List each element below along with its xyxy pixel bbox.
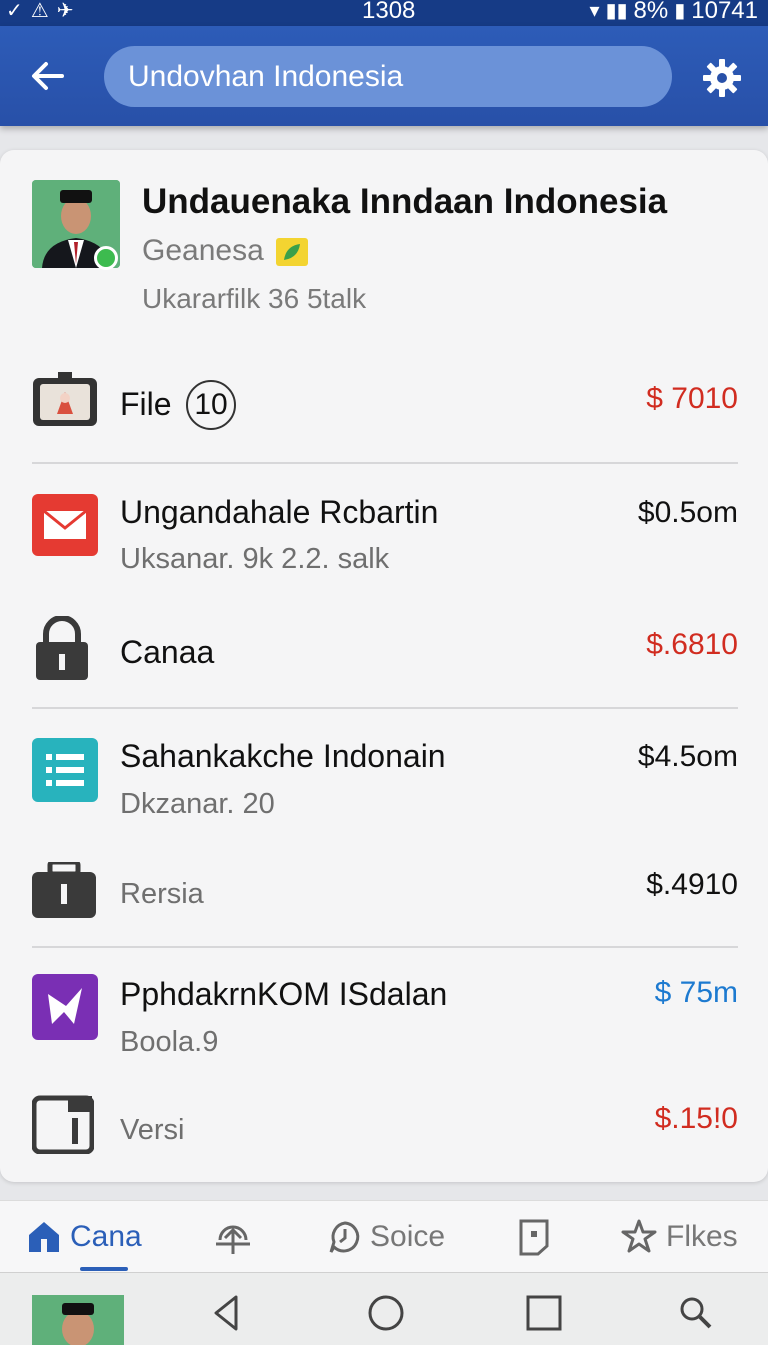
gear-icon	[703, 59, 741, 97]
circle-home-icon	[368, 1295, 404, 1331]
divider	[32, 707, 738, 709]
signal-icon: ▮▮	[605, 0, 628, 22]
row-amount: $.15!0	[654, 1102, 738, 1135]
list-icon	[32, 738, 98, 804]
document-icon	[31, 1094, 98, 1160]
upload-icon	[216, 1225, 250, 1254]
status-bar: ✓ ⚠ ✈ 1308 ▾ ▮▮ 8% ▮ 10741	[0, 0, 768, 26]
briefcase-icon	[32, 859, 98, 928]
row-title-file[interactable]: File	[120, 386, 172, 423]
alert-icon: ⚠	[30, 0, 49, 22]
leaf-badge-icon	[276, 238, 308, 266]
row-amount: $4.5om	[637, 740, 738, 773]
triangle-back-icon	[214, 1295, 238, 1331]
battery-icon: ▮	[674, 0, 686, 22]
row-amount: $.6810	[646, 628, 738, 661]
airplane-icon: ✈	[56, 0, 74, 22]
online-status-icon	[94, 246, 118, 270]
tab-cana[interactable]: Cana	[26, 1201, 142, 1273]
row-title[interactable]: Canaa	[120, 634, 214, 671]
row-title[interactable]: Ungandahale Rcbartin	[120, 494, 438, 531]
note-icon	[519, 1219, 549, 1256]
row-title[interactable]: Sahankakche Indonain	[120, 738, 446, 775]
row-amount: $ 7010	[646, 382, 738, 415]
star-icon	[621, 1219, 657, 1253]
row-subtitle: Boola.9	[120, 1026, 219, 1058]
recent-app-thumbnail[interactable]	[32, 1295, 124, 1345]
lock-icon	[32, 615, 98, 682]
system-home-button[interactable]	[366, 1293, 406, 1333]
row-subtitle: Rersia	[120, 878, 204, 910]
battery-percent: 8%	[633, 0, 669, 24]
clock-chat-icon	[329, 1221, 360, 1253]
tab-label: Soice	[370, 1220, 446, 1253]
system-navigation-bar	[0, 1272, 768, 1345]
tab-notes[interactable]	[518, 1201, 550, 1273]
arrow-left-icon	[32, 62, 64, 90]
row-title[interactable]: PphdakrnKOM ISdalan	[120, 976, 447, 1013]
square-recents-icon	[526, 1295, 562, 1331]
divider	[32, 946, 738, 948]
status-time-center: 1308	[362, 0, 416, 24]
bottom-navigation: Cana Soice Flkes	[0, 1200, 768, 1273]
active-tab-indicator	[80, 1267, 128, 1271]
search-input[interactable]: Undovhan Indonesia	[104, 46, 672, 107]
profile-name: Undauenaka Inndaan Indonesia	[142, 182, 668, 221]
system-search-button[interactable]	[676, 1293, 716, 1333]
home-icon	[29, 1222, 59, 1252]
photo-id-icon	[32, 372, 98, 438]
profile-detail: Ukararfilk 36 5talk	[142, 283, 367, 314]
system-back-button[interactable]	[208, 1293, 248, 1333]
search-icon	[680, 1297, 712, 1329]
account-card: Undauenaka Inndaan Indonesia Geanesa Uka…	[0, 150, 768, 1182]
row-subtitle: Dkzanar. 20	[120, 788, 275, 820]
system-recents-button[interactable]	[524, 1293, 564, 1333]
row-subtitle: Uksanar. 9k 2.2. salk	[120, 543, 390, 575]
back-button[interactable]	[26, 54, 70, 98]
notification-icon: ✓	[6, 0, 23, 22]
mail-icon	[32, 494, 98, 560]
tab-flkes[interactable]: Flkes	[620, 1201, 738, 1273]
app-bar: Undovhan Indonesia	[0, 26, 768, 126]
row-subtitle: Versi	[120, 1114, 185, 1146]
status-time-right: 10741	[691, 0, 758, 24]
row-amount: $.4910	[646, 868, 738, 901]
tab-upload[interactable]	[212, 1201, 254, 1273]
status-right: ▾ ▮▮ 8% ▮ 10741	[589, 0, 758, 24]
row-amount: $ 75m	[654, 976, 738, 1009]
tab-label: Flkes	[666, 1220, 738, 1253]
tab-soice[interactable]: Soice	[328, 1201, 445, 1273]
file-count-badge: 10	[186, 380, 236, 430]
profile-subtitle: Geanesa	[142, 234, 264, 267]
app-logo-icon	[32, 974, 98, 1040]
status-left-icons: ✓ ⚠ ✈	[6, 0, 73, 22]
divider	[32, 462, 738, 464]
row-amount: $0.5om	[637, 496, 738, 529]
wifi-icon: ▾	[589, 0, 600, 22]
tab-label: Cana	[70, 1220, 142, 1253]
settings-button[interactable]	[700, 56, 744, 100]
